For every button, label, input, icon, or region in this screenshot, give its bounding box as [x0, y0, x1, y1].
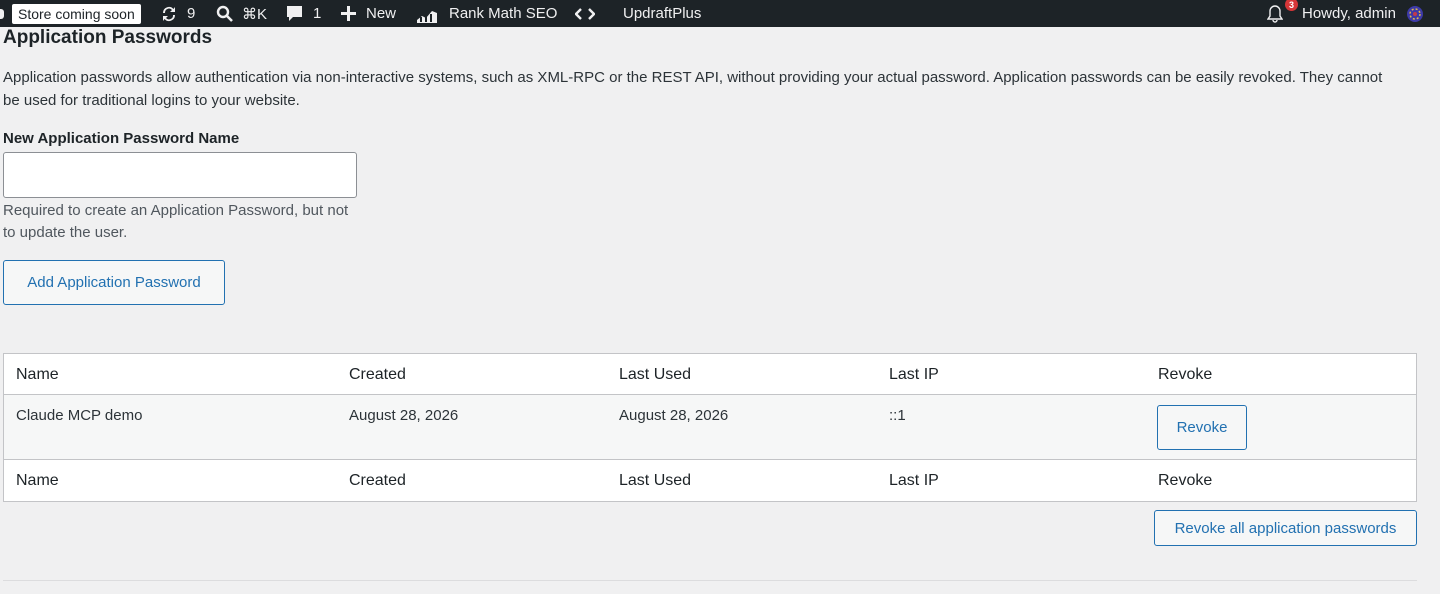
new-content-menu[interactable]: New [341, 0, 396, 27]
comments-menu[interactable]: 1 [286, 0, 321, 27]
admin-bar: Store coming soon 9 ⌘K 1 New Rank Math S… [0, 0, 1440, 27]
notifications-button[interactable] [1267, 0, 1283, 27]
bell-icon [1267, 4, 1283, 23]
code-menu[interactable] [575, 0, 595, 27]
row-last-ip: ::1 [889, 407, 906, 424]
column-header-revoke: Revoke [1158, 366, 1213, 383]
plus-icon [341, 6, 356, 21]
updraftplus-label: UpdraftPlus [623, 5, 702, 22]
revoke-all-button[interactable]: Revoke all application passwords [1154, 510, 1417, 546]
avatar [1406, 5, 1424, 23]
account-menu[interactable]: Howdy, admin [1302, 0, 1424, 27]
password-name-help: Required to create an Application Passwo… [3, 202, 349, 241]
store-status-badge[interactable]: Store coming soon [12, 0, 141, 27]
revoke-button[interactable]: Revoke [1157, 405, 1247, 450]
column-footer-name: Name [16, 472, 59, 489]
column-footer-created: Created [349, 472, 406, 489]
comments-count: 1 [313, 5, 322, 22]
row-last-used: August 28, 2026 [619, 407, 729, 424]
column-footer-last-used: Last Used [619, 472, 692, 489]
table-footer-row: Name Created Last Used Last IP Revoke [4, 460, 1416, 501]
column-footer-revoke: Revoke [1158, 472, 1213, 489]
password-name-input[interactable] [3, 152, 357, 198]
updraftplus-menu[interactable]: UpdraftPlus [623, 0, 701, 27]
row-created: August 28, 2026 [349, 407, 459, 424]
rank-math-icon [416, 5, 438, 23]
add-application-password-button[interactable]: Add Application Password [3, 260, 225, 305]
page-title: Application Passwords [3, 27, 213, 48]
row-name: Claude MCP demo [16, 407, 143, 424]
howdy-label: Howdy, admin [1302, 5, 1396, 22]
store-badge-label: Store coming soon [12, 3, 141, 24]
column-header-name: Name [16, 366, 59, 383]
table-header-row: Name Created Last Used Last IP Revoke [4, 354, 1416, 395]
column-header-last-ip: Last IP [889, 366, 939, 383]
column-footer-last-ip: Last IP [889, 472, 939, 489]
section-divider [3, 580, 1417, 581]
rank-math-label: Rank Math SEO [449, 5, 558, 22]
command-search[interactable]: ⌘K [216, 0, 267, 27]
updates-count: 9 [187, 5, 196, 22]
search-icon [216, 5, 234, 23]
code-icon [575, 7, 595, 21]
notifications-count-badge: 3 [1285, 0, 1298, 11]
rank-math-menu[interactable]: Rank Math SEO [416, 0, 557, 27]
new-label: New [366, 5, 397, 22]
search-shortcut: ⌘K [242, 5, 268, 23]
column-header-last-used: Last Used [619, 366, 692, 383]
section-description: Application passwords allow authenticati… [3, 69, 1383, 109]
password-name-label: New Application Password Name [3, 130, 240, 147]
updates-menu[interactable]: 9 [159, 0, 195, 27]
wp-logo-fragment[interactable] [0, 0, 4, 27]
refresh-icon [159, 4, 179, 24]
comment-icon [286, 5, 303, 23]
column-header-created: Created [349, 366, 406, 383]
